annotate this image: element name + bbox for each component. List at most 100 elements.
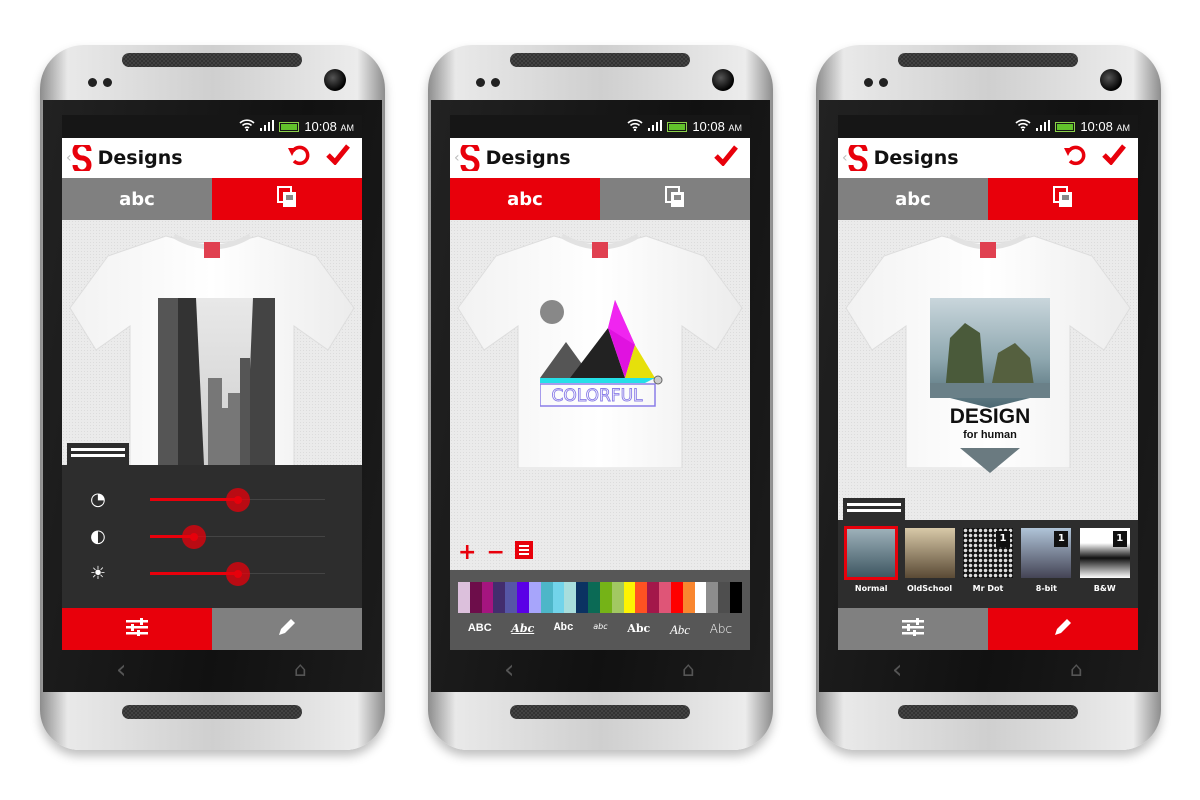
nav-home-button[interactable]: ⌂ (294, 657, 307, 681)
color-swatch[interactable] (659, 582, 671, 613)
filter-badge: 1 (1054, 531, 1069, 547)
color-swatch[interactable] (458, 582, 470, 613)
design-title: DESIGN (950, 405, 1031, 428)
editor-tabs: abc (62, 178, 362, 220)
filter-thumbnail (844, 526, 899, 580)
front-camera (324, 69, 346, 91)
zoom-in-plus-icon[interactable]: + (458, 540, 476, 565)
edit-button[interactable] (212, 608, 362, 650)
design-for-human[interactable]: DESIGN for human (930, 298, 1050, 477)
top-speaker-grill (510, 53, 690, 67)
color-swatch[interactable] (505, 582, 518, 613)
color-swatch[interactable] (493, 582, 506, 613)
color-swatch[interactable] (599, 582, 612, 613)
adjust-button[interactable] (838, 608, 988, 650)
saturation-slider-track[interactable] (150, 488, 325, 512)
nav-back-button[interactable]: ‹ (892, 655, 902, 685)
color-swatch[interactable] (647, 582, 660, 613)
app-header: ‹ Designs (450, 138, 750, 178)
phone-1: ‹ ⌂ 10:08 AM ‹ Designs abc ◔ ◐ ☀ (40, 45, 385, 750)
wifi-icon (627, 119, 643, 134)
color-swatch[interactable] (528, 582, 541, 613)
nav-home-button[interactable]: ⌂ (682, 657, 695, 681)
tab-image[interactable] (988, 178, 1138, 220)
filter-label: OldSchool (906, 584, 953, 593)
confirm-check-icon[interactable] (714, 144, 738, 172)
edit-button[interactable] (988, 608, 1138, 650)
color-swatch[interactable] (623, 582, 636, 613)
color-swatch[interactable] (682, 582, 695, 613)
design-photo-buildings[interactable] (158, 298, 275, 469)
tab-text[interactable]: abc (450, 178, 600, 220)
panel-drag-handle[interactable] (843, 498, 905, 520)
font-option[interactable]: Abc (627, 622, 650, 638)
filter-8bit[interactable]: 1 8-bit (1020, 528, 1072, 593)
wifi-icon (1015, 119, 1031, 134)
color-swatch[interactable] (694, 582, 707, 613)
tab-image[interactable] (600, 178, 750, 220)
tab-text[interactable]: abc (838, 178, 988, 220)
nav-back-button[interactable]: ‹ (116, 655, 126, 685)
align-text-icon[interactable] (514, 540, 533, 565)
android-nav-bar: ‹ ⌂ (40, 655, 385, 685)
signal-icon (648, 119, 663, 134)
font-option[interactable]: Abc (710, 622, 732, 638)
tab-text[interactable]: abc (62, 178, 212, 220)
confirm-check-icon[interactable] (326, 143, 350, 173)
text-tools: + − (458, 540, 533, 565)
filter-normal[interactable]: Normal (844, 526, 899, 593)
filter-badge: 1 (995, 531, 1010, 547)
color-swatch[interactable] (730, 582, 742, 613)
design-subtitle: for human (963, 429, 1017, 441)
color-swatch[interactable] (588, 582, 600, 613)
color-swatch[interactable] (576, 582, 589, 613)
nav-home-button[interactable]: ⌂ (1070, 657, 1083, 681)
filter-label: B&W (1093, 584, 1116, 593)
zoom-out-minus-icon[interactable]: − (486, 540, 504, 565)
color-swatch[interactable] (540, 582, 553, 613)
design-text: COLORFUL (551, 386, 643, 406)
brightness-slider-fill (150, 572, 238, 575)
filter-thumbnail: 1 (962, 528, 1013, 578)
color-swatch[interactable] (469, 582, 482, 613)
font-option[interactable]: Abc (554, 622, 574, 638)
nav-back-button[interactable]: ‹ (504, 655, 514, 685)
contrast-icon: ◐ (90, 526, 106, 547)
undo-icon[interactable] (286, 143, 310, 173)
color-swatch[interactable] (517, 582, 529, 613)
color-swatch[interactable] (611, 582, 624, 613)
color-swatch[interactable] (481, 582, 494, 613)
saturation-icon: ◔ (90, 489, 106, 510)
font-option[interactable]: ABC (468, 622, 492, 638)
tab-image[interactable] (212, 178, 362, 220)
color-swatch[interactable] (564, 582, 577, 613)
filter-oldschool[interactable]: OldSchool (904, 528, 956, 593)
color-swatch[interactable] (706, 582, 719, 613)
bottom-toolbar (838, 608, 1138, 650)
adjust-button[interactable] (62, 608, 212, 650)
saturation-slider-thumb[interactable] (225, 488, 250, 512)
color-swatch[interactable] (670, 582, 683, 613)
font-option[interactable]: Abc (670, 622, 690, 638)
status-ampm: AM (728, 123, 743, 133)
color-swatch[interactable] (718, 582, 731, 613)
filter-bw[interactable]: 1 B&W (1079, 528, 1131, 593)
brightness-slider-thumb[interactable] (225, 562, 250, 586)
confirm-check-icon[interactable] (1102, 143, 1126, 173)
filter-mrdot[interactable]: 1 Mr Dot (962, 528, 1014, 593)
panel-drag-handle[interactable] (67, 443, 129, 465)
layers-image-icon (277, 185, 297, 213)
editor-tabs: abc (450, 178, 750, 220)
font-option[interactable]: abc (593, 622, 607, 638)
contrast-slider-track[interactable] (150, 525, 325, 549)
earpiece-dots (88, 78, 112, 87)
brightness-slider-track[interactable] (150, 562, 325, 586)
color-swatch[interactable] (635, 582, 648, 613)
wifi-icon (239, 119, 255, 134)
font-option[interactable]: Abc (511, 622, 534, 638)
design-colorful[interactable]: COLORFUL (539, 300, 665, 416)
slider-brightness: ☀ (62, 559, 362, 589)
color-swatch[interactable] (552, 582, 565, 613)
undo-icon[interactable] (1062, 143, 1086, 173)
contrast-slider-thumb[interactable] (181, 525, 206, 549)
